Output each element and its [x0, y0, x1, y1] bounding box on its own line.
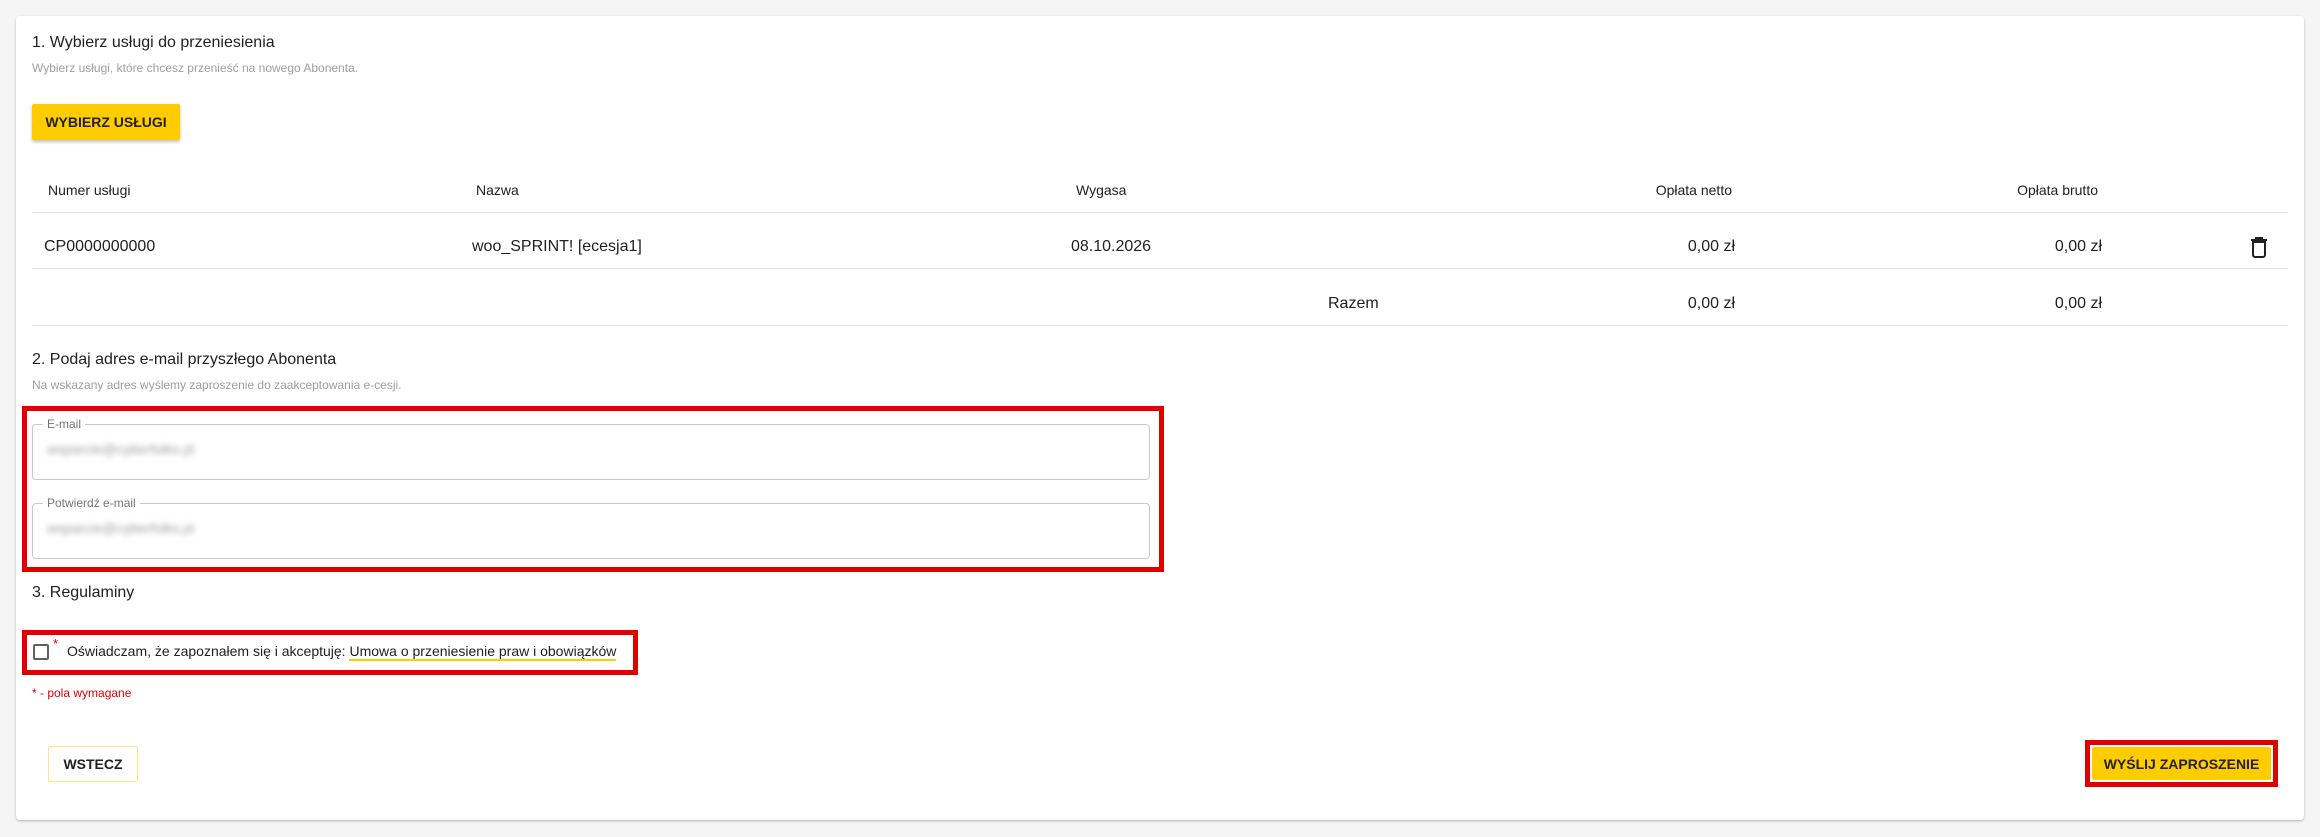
- header-service-number: Numer usługi: [48, 182, 131, 198]
- back-button[interactable]: WSTECZ: [48, 746, 138, 782]
- section3-title: 3. Regulaminy: [32, 584, 135, 601]
- header-net-fee: Opłata netto: [1655, 182, 1732, 198]
- confirm-email-field-value: wsparcie@cyberfolks.pl: [47, 520, 195, 536]
- section1-subtitle: Wybierz usługi, które chcesz przenieść n…: [32, 61, 359, 75]
- row-expires: 08.10.2026: [1071, 238, 1152, 255]
- consent-text: Oświadczam, że zapoznałem się i akceptuj…: [67, 643, 346, 659]
- section2-subtitle: Na wskazany adres wyślemy zaproszenie do…: [32, 378, 402, 392]
- row-name: woo_SPRINT! [ecesja1]: [472, 238, 642, 255]
- row-divider: [32, 268, 2288, 269]
- trash-icon[interactable]: [2250, 236, 2268, 258]
- select-services-button[interactable]: WYBIERZ USŁUGI: [32, 104, 180, 140]
- required-note: * - pola wymagane: [32, 686, 132, 700]
- total-net-fee: 0,00 zł: [1687, 295, 1735, 312]
- header-name: Nazwa: [476, 182, 519, 198]
- row-net-fee: 0,00 zł: [1687, 238, 1735, 255]
- email-field-label: E-mail: [43, 417, 86, 431]
- section2-title: 2. Podaj adres e-mail przyszłego Abonent…: [32, 351, 337, 368]
- section1-title: 1. Wybierz usługi do przeniesienia: [32, 34, 275, 51]
- main-card: 1. Wybierz usługi do przeniesienia Wybie…: [16, 16, 2304, 820]
- confirm-email-field[interactable]: Potwierdź e-mail wsparcie@cyberfolks.pl: [32, 496, 1150, 559]
- header-gross-fee: Opłata brutto: [2017, 182, 2098, 198]
- row-service-number: CP0000000000: [44, 238, 156, 255]
- required-asterisk: *: [53, 636, 59, 651]
- confirm-email-field-label: Potwierdź e-mail: [43, 496, 140, 510]
- send-invitation-button[interactable]: WYŚLIJ ZAPROSZENIE: [2092, 747, 2271, 780]
- header-expires: Wygasa: [1076, 182, 1127, 198]
- row-gross-fee: 0,00 zł: [2054, 238, 2102, 255]
- email-field[interactable]: E-mail wsparcie@cyberfolks.pl: [32, 417, 1150, 480]
- table-divider: [32, 212, 2288, 213]
- terms-link[interactable]: Umowa o przeniesienie praw i obowiązków: [349, 643, 617, 661]
- total-gross-fee: 0,00 zł: [2054, 295, 2102, 312]
- total-label: Razem: [1328, 295, 1379, 312]
- total-divider: [32, 325, 2288, 326]
- terms-checkbox[interactable]: [33, 644, 49, 660]
- email-field-value: wsparcie@cyberfolks.pl: [47, 441, 195, 457]
- terms-text: Oświadczam, że zapoznałem się i akceptuj…: [67, 643, 617, 661]
